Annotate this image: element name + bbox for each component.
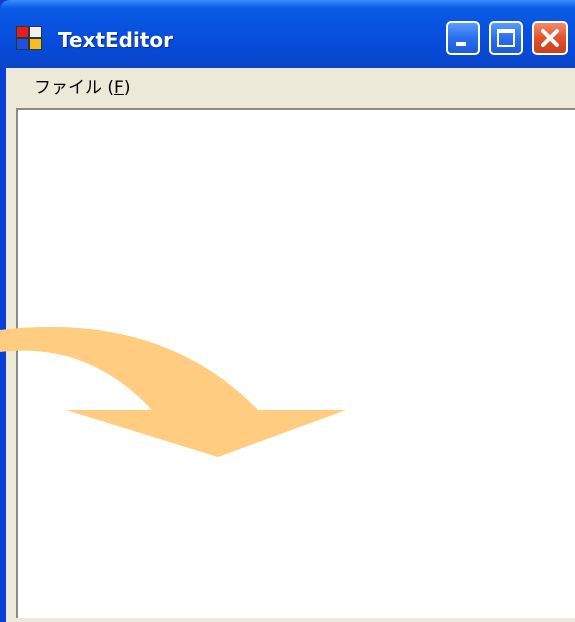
menu-item-file-accel: F xyxy=(114,78,124,98)
close-icon xyxy=(541,29,559,47)
menu-item-file-label: ファイル ( xyxy=(34,78,115,98)
editor-textarea[interactable] xyxy=(16,108,575,618)
minimize-icon xyxy=(456,42,466,46)
menu-item-file-label-end: ) xyxy=(123,78,131,98)
maximize-button[interactable] xyxy=(489,21,523,55)
minimize-button[interactable] xyxy=(446,21,480,55)
window-title: TextEditor xyxy=(58,28,174,52)
text-editor-window: TextEditor ファイル (F) xyxy=(0,0,575,622)
menu-bar: ファイル (F) xyxy=(6,68,575,106)
menu-item-file[interactable]: ファイル (F) xyxy=(34,75,130,101)
maximize-icon xyxy=(497,29,515,47)
close-button[interactable] xyxy=(532,21,568,55)
app-window-icon[interactable] xyxy=(16,26,42,50)
title-bar[interactable]: TextEditor xyxy=(0,0,575,68)
client-area xyxy=(6,106,575,622)
